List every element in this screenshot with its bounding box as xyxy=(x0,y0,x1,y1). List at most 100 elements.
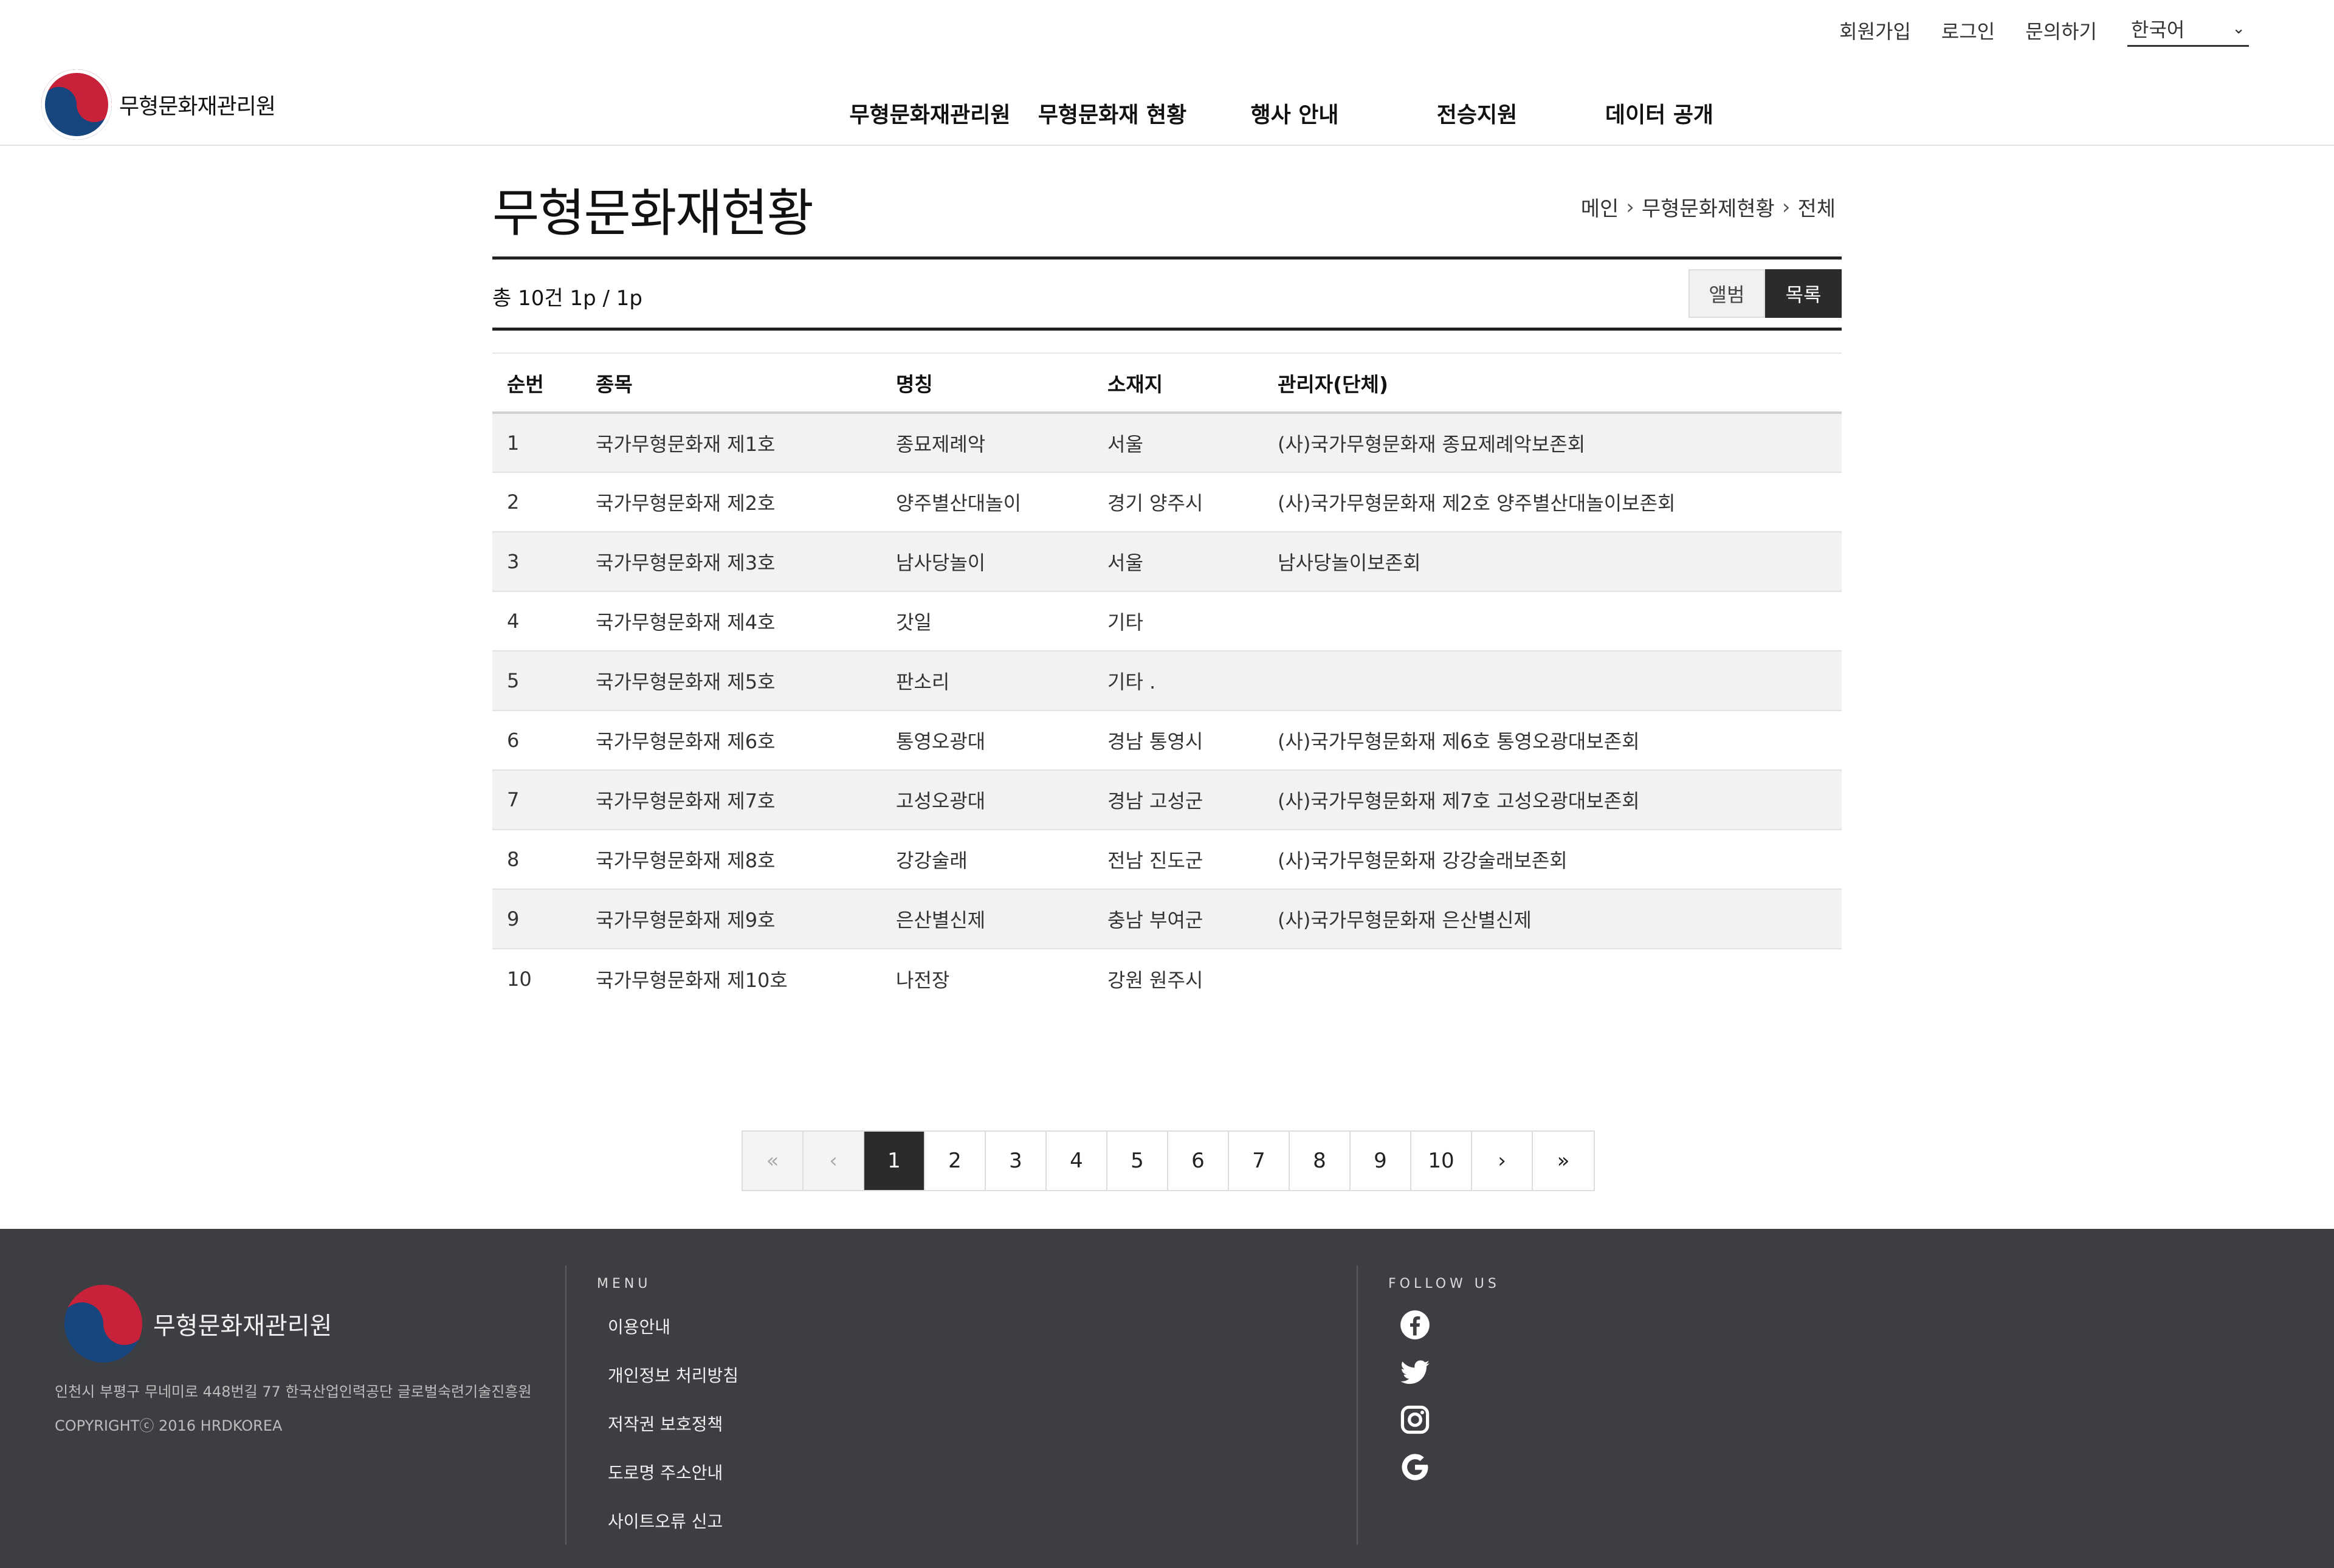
cell-name: 강강술래 xyxy=(881,830,1093,890)
page-button-7[interactable]: 7 xyxy=(1229,1132,1290,1190)
nav-item-management[interactable]: 무형문화재관리원 xyxy=(839,97,1021,129)
footer-copyright: COPYRIGHTⓒ 2016 HRDKOREA xyxy=(55,1417,283,1434)
nav-item-support[interactable]: 전승지원 xyxy=(1386,97,1568,129)
cell-location: 기타 xyxy=(1093,591,1263,652)
cell-category: 국가무형문화재 제2호 xyxy=(581,472,881,532)
album-view-button[interactable]: 앨범 xyxy=(1689,269,1765,318)
col-header-name: 명칭 xyxy=(896,372,933,396)
twitter-icon[interactable] xyxy=(1398,1355,1432,1389)
table-row[interactable]: 6 국가무형문화재 제6호 통영오광대 경남 통영시 (사)국가무형문화재 제6호 통영… xyxy=(492,710,1842,771)
breadcrumb-current: 전체 xyxy=(1797,197,1836,221)
cell-no: 1 xyxy=(492,413,581,473)
page-button-1[interactable]: 1 xyxy=(864,1132,925,1190)
language-select[interactable]: 한국어 ⌄ xyxy=(2127,15,2249,47)
site-footer: 무형문화재관리원 인천시 부평구 무네미로 448번길 77 한국산업인력공단 … xyxy=(0,1229,2334,1568)
cell-category: 국가무형문화재 제9호 xyxy=(581,889,881,949)
cell-location: 강원 원주시 xyxy=(1107,968,1203,992)
page-button-10[interactable]: 10 xyxy=(1411,1132,1472,1190)
cell-no: 6 xyxy=(492,710,581,771)
page-button-5[interactable]: 5 xyxy=(1107,1132,1168,1190)
first-page-button[interactable]: « xyxy=(743,1132,804,1190)
breadcrumb-home[interactable]: 메인 xyxy=(1581,192,1619,222)
cell-location: 서울 xyxy=(1093,413,1263,473)
list-toolbar: 총 10건 1p / 1p 앨범 목록 xyxy=(492,256,1842,331)
site-header: 무형문화재관리원 무형문화재관리원 무형문화재 현황 행사 안내 전승지원 데이… xyxy=(0,61,2334,146)
google-icon[interactable] xyxy=(1398,1450,1432,1484)
login-link[interactable]: 로그인 xyxy=(1941,16,1995,44)
pagination: « ‹ 1 2 3 4 5 6 7 8 9 10 › » xyxy=(742,1130,1595,1191)
table-row[interactable]: 9 국가무형문화재 제9호 은산별신제 충남 부여군 (사)국가무형문화재 은산별신제 xyxy=(492,889,1842,949)
table-row[interactable]: 3 국가무형문화재 제3호 남사당놀이 서울 남사당놀이보존회 xyxy=(492,532,1842,592)
breadcrumb: 메인 › 무형문화제현황 › 전체 xyxy=(1581,192,1836,222)
instagram-icon[interactable] xyxy=(1398,1403,1432,1437)
nav-item-status[interactable]: 무형문화재 현황 xyxy=(1021,97,1203,129)
footer-link-road-address[interactable]: 도로명 주소안내 xyxy=(608,1449,738,1498)
cell-category: 국가무형문화재 제4호 xyxy=(581,591,881,652)
chevron-down-icon: ⌄ xyxy=(2232,19,2245,38)
footer-menu: 이용안내 개인정보 처리방침 저작권 보호정책 도로명 주소안내 사이트오류 신… xyxy=(608,1303,738,1546)
cell-location: 경남 고성군 xyxy=(1093,770,1263,830)
view-toggle: 앨범 목록 xyxy=(1689,269,1842,318)
cell-location: 경기 양주시 xyxy=(1093,472,1263,532)
table-header-row: 순번 종목 명칭 소재지 관리자(단체) xyxy=(492,353,1842,413)
cell-name: 양주별산대놀이 xyxy=(881,472,1093,532)
social-links xyxy=(1398,1308,1432,1498)
cell-manager: (사)국가무형문화재 제7호 고성오광대보존회 xyxy=(1263,770,1842,830)
footer-link-privacy[interactable]: 개인정보 처리방침 xyxy=(608,1352,738,1400)
table-row[interactable]: 1 국가무형문화재 제1호 종묘제례악 서울 (사)국가무형문화재 종묘제례악보존회 xyxy=(492,413,1842,473)
cell-name: 종묘제례악 xyxy=(881,413,1093,473)
page-button-2[interactable]: 2 xyxy=(925,1132,986,1190)
contact-link[interactable]: 문의하기 xyxy=(2025,16,2097,44)
cell-manager: (사)국가무형문화재 종묘제례악보존회 xyxy=(1263,413,1842,473)
page-button-4[interactable]: 4 xyxy=(1047,1132,1107,1190)
table-row[interactable]: 4 국가무형문화재 제4호 갓일 기타 xyxy=(492,591,1842,652)
footer-logo-text: 무형문화재관리원 xyxy=(153,1312,332,1340)
page-button-3[interactable]: 3 xyxy=(986,1132,1047,1190)
signup-link[interactable]: 회원가입 xyxy=(1839,16,1911,44)
col-header-no: 순번 xyxy=(507,372,544,396)
list-view-button[interactable]: 목록 xyxy=(1765,269,1842,318)
table-row[interactable]: 10 국가무형문화재 제10호 나전장 강원 원주시 xyxy=(492,949,1842,1008)
last-page-button[interactable]: » xyxy=(1533,1132,1594,1190)
taegeuk-emblem-icon xyxy=(41,69,112,140)
logo-text: 무형문화재관리원 xyxy=(119,94,276,119)
footer-divider xyxy=(565,1265,566,1545)
cell-name: 은산별신제 xyxy=(881,889,1093,949)
cell-name: 나전장 xyxy=(896,968,950,992)
page-button-9[interactable]: 9 xyxy=(1351,1132,1411,1190)
cell-category: 국가무형문화재 제10호 xyxy=(596,968,788,992)
footer-link-copyright-policy[interactable]: 저작권 보호정책 xyxy=(608,1400,738,1449)
cell-name: 남사당놀이 xyxy=(881,532,1093,592)
main-nav: 무형문화재관리원 무형문화재 현황 행사 안내 전승지원 데이터 공개 xyxy=(839,97,1750,129)
nav-item-events[interactable]: 행사 안내 xyxy=(1203,97,1386,129)
cell-no: 5 xyxy=(492,651,581,711)
cell-location: 충남 부여군 xyxy=(1093,889,1263,949)
facebook-icon[interactable] xyxy=(1398,1308,1432,1342)
cell-location: 서울 xyxy=(1093,532,1263,592)
next-page-button[interactable]: › xyxy=(1472,1132,1533,1190)
breadcrumb-section[interactable]: 무형문화제현황 xyxy=(1642,192,1775,222)
nav-item-data[interactable]: 데이터 공개 xyxy=(1568,97,1750,129)
cell-category: 국가무형문화재 제8호 xyxy=(581,830,881,890)
footer-logo[interactable]: 무형문화재관리원 xyxy=(61,1281,332,1366)
taegeuk-emblem-icon xyxy=(61,1281,146,1366)
site-logo[interactable]: 무형문화재관리원 xyxy=(41,69,276,140)
cell-manager: (사)국가무형문화재 은산별신제 xyxy=(1263,889,1842,949)
cell-no: 7 xyxy=(492,770,581,830)
cell-manager: (사)국가무형문화재 제6호 통영오광대보존회 xyxy=(1263,710,1842,771)
page-button-6[interactable]: 6 xyxy=(1168,1132,1229,1190)
page-button-8[interactable]: 8 xyxy=(1290,1132,1351,1190)
cell-name: 통영오광대 xyxy=(881,710,1093,771)
cell-no: 10 xyxy=(507,967,532,991)
table-row[interactable]: 7 국가무형문화재 제7호 고성오광대 경남 고성군 (사)국가무형문화재 제7호 고성… xyxy=(492,770,1842,830)
page-title: 무형문화재현황 xyxy=(492,184,814,243)
footer-link-error-report[interactable]: 사이트오류 신고 xyxy=(608,1498,738,1546)
cell-no: 2 xyxy=(492,472,581,532)
language-value: 한국어 xyxy=(2131,18,2185,41)
table-row[interactable]: 8 국가무형문화재 제8호 강강술래 전남 진도군 (사)국가무형문화재 강강술래보존회 xyxy=(492,830,1842,890)
prev-page-button[interactable]: ‹ xyxy=(804,1132,864,1190)
cell-category: 국가무형문화재 제3호 xyxy=(581,532,881,592)
footer-link-guide[interactable]: 이용안내 xyxy=(608,1303,738,1352)
table-row[interactable]: 5 국가무형문화재 제5호 판소리 기타 . xyxy=(492,651,1842,711)
table-row[interactable]: 2 국가무형문화재 제2호 양주별산대놀이 경기 양주시 (사)국가무형문화재 제2호 … xyxy=(492,472,1842,532)
